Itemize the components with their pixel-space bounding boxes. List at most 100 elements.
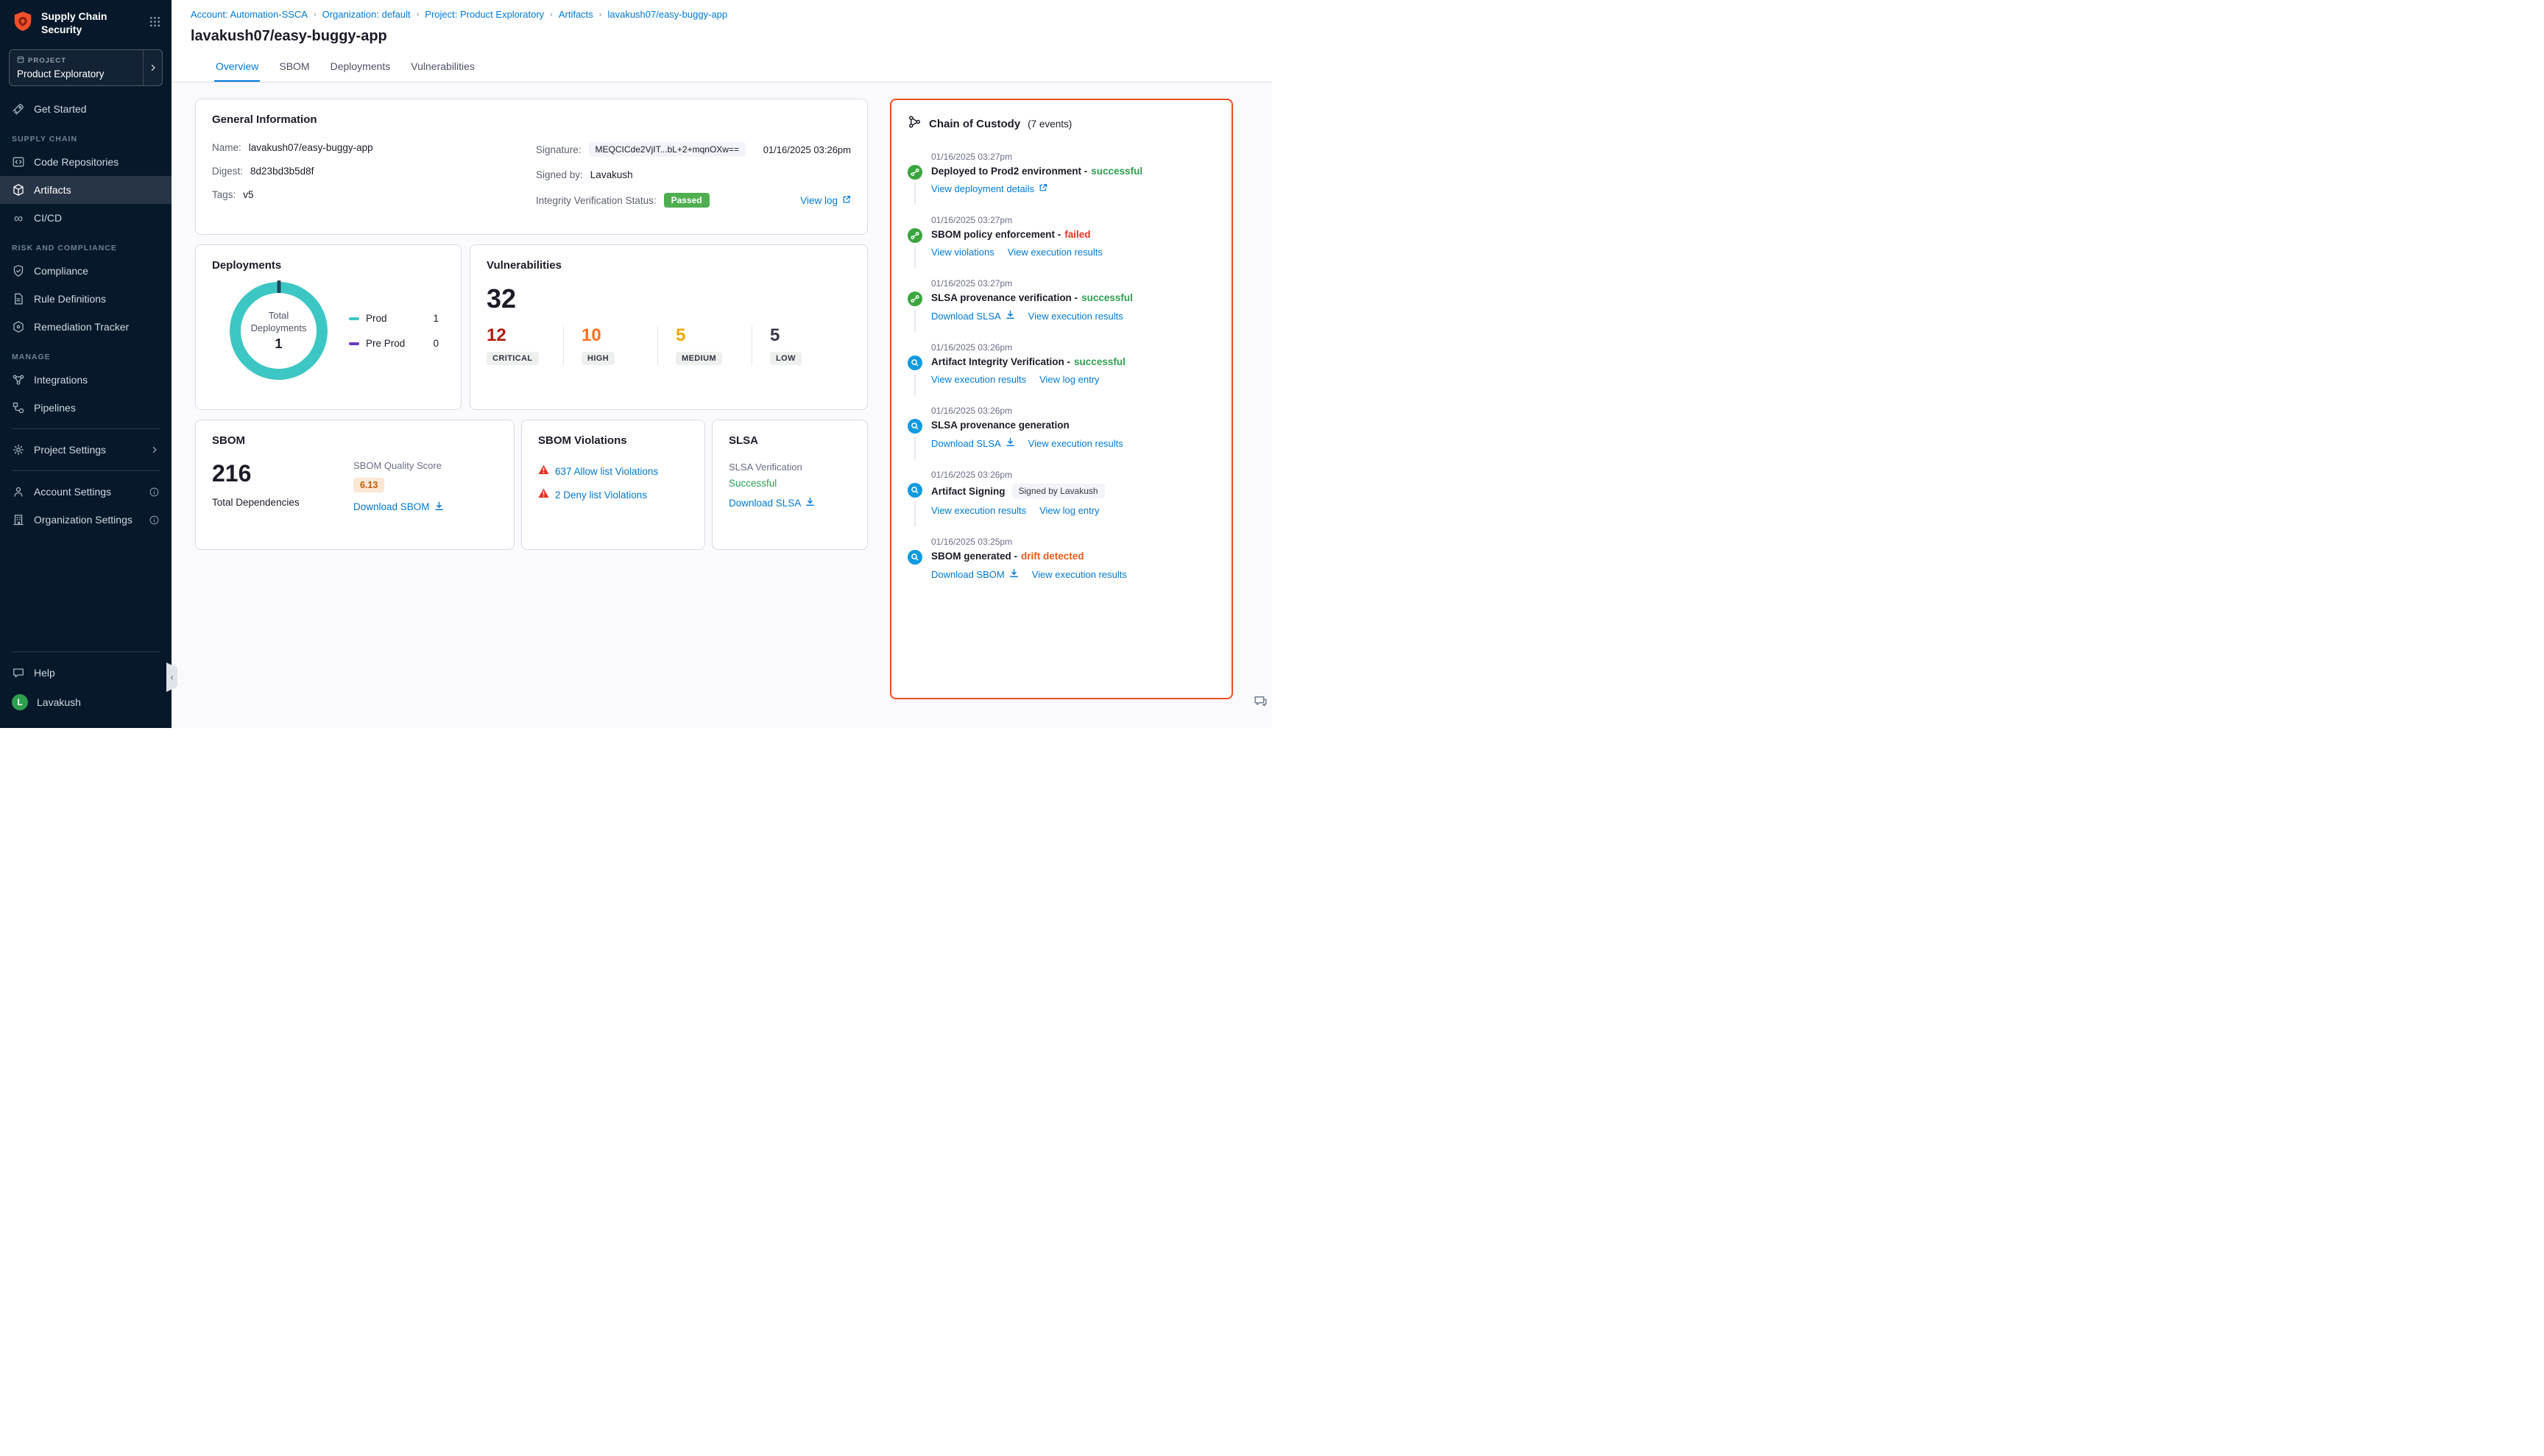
view-execution-results-link[interactable]: View execution results <box>1028 311 1123 322</box>
allow-list-violations-link[interactable]: 637 Allow list Violations <box>555 466 658 477</box>
account-icon <box>12 485 25 498</box>
vulnerabilities-total: 32 <box>487 283 851 314</box>
event-title: Deployed to Prod2 environment - <box>931 166 1087 177</box>
sidebar-item-label: Code Repositories <box>34 156 119 168</box>
shield-check-icon <box>12 264 25 278</box>
sidebar-item-code-repositories[interactable]: Code Repositories <box>0 148 172 176</box>
deny-list-violations-row: 2 Deny list Violations <box>538 488 688 502</box>
sidebar-item-get-started[interactable]: Get Started <box>0 95 172 123</box>
sidebar-section-manage: MANAGE <box>0 341 172 366</box>
sidebar-header: Supply Chain Security <box>0 0 172 43</box>
overview-left-column: General Information Name: lavakush07/eas… <box>195 99 868 728</box>
app-title: Supply Chain Security <box>41 10 107 36</box>
card-title: SBOM Violations <box>538 434 688 447</box>
sidebar-item-cicd[interactable]: ∞ CI/CD <box>0 204 172 232</box>
deployment-event-icon <box>908 165 922 180</box>
severity-medium: 5 MEDIUM <box>657 325 752 365</box>
sbom-quality-score-badge: 6.13 <box>353 478 384 492</box>
event-time: 01/16/2025 03:27pm <box>931 215 1103 225</box>
sbom-card: SBOM 216 Total Dependencies SBOM Quality… <box>195 420 515 550</box>
breadcrumb-artifacts[interactable]: Artifacts <box>559 9 593 20</box>
infinity-icon: ∞ <box>12 211 25 225</box>
info-icon <box>149 487 160 498</box>
sidebar-item-help[interactable]: Help <box>0 659 172 687</box>
view-execution-results-link[interactable]: View execution results <box>1008 247 1103 258</box>
view-log-entry-link[interactable]: View log entry <box>1039 374 1099 385</box>
integrity-verification-event-icon <box>908 356 922 370</box>
event-time: 01/16/2025 03:26pm <box>931 470 1105 480</box>
legend-value: 0 <box>433 338 439 349</box>
breadcrumb-current[interactable]: lavakush07/easy-buggy-app <box>607 9 727 20</box>
view-execution-results-link[interactable]: View execution results <box>1028 438 1123 449</box>
view-execution-results-link[interactable]: View execution results <box>1032 569 1127 580</box>
view-execution-results-link[interactable]: View execution results <box>931 374 1026 385</box>
download-slsa-link[interactable]: Download SLSA <box>729 497 815 509</box>
event-title: SBOM generated - <box>931 551 1017 562</box>
tab-overview[interactable]: Overview <box>214 56 260 82</box>
view-log-link[interactable]: View log <box>800 195 851 206</box>
sidebar-item-integrations[interactable]: Integrations <box>0 366 172 394</box>
timeline-event: 01/16/2025 03:26pm Artifact Signing Sign… <box>908 470 1215 537</box>
tab-deployments[interactable]: Deployments <box>329 56 392 82</box>
external-link-icon <box>1039 183 1047 194</box>
event-title: Artifact Integrity Verification - <box>931 356 1070 367</box>
divider <box>12 470 160 471</box>
deployments-donut-chart: Total Deployments 1 <box>230 282 328 380</box>
tab-sbom[interactable]: SBOM <box>278 56 311 82</box>
card-title: SBOM <box>212 434 498 447</box>
download-sbom-link[interactable]: Download SBOM <box>353 501 444 513</box>
event-status: drift detected <box>1021 551 1084 562</box>
project-selector[interactable]: PROJECT Product Exploratory <box>9 49 163 86</box>
sidebar-item-artifacts[interactable]: Artifacts <box>0 176 172 204</box>
signed-by-chip: Signed by Lavakush <box>1012 484 1105 498</box>
legend-item-prod: Prod 1 <box>349 313 439 324</box>
download-slsa-link[interactable]: Download SLSA <box>931 310 1015 322</box>
project-icon <box>17 56 24 66</box>
tab-vulnerabilities[interactable]: Vulnerabilities <box>409 56 476 82</box>
sidebar-item-remediation-tracker[interactable]: Remediation Tracker <box>0 313 172 341</box>
sidebar-item-pipelines[interactable]: Pipelines <box>0 394 172 422</box>
chain-of-custody-icon <box>908 115 922 132</box>
sidebar-item-compliance[interactable]: Compliance <box>0 257 172 285</box>
sbom-violations-card: SBOM Violations 637 Allow list Violation… <box>521 420 705 550</box>
sidebar-item-label: Artifacts <box>34 184 71 196</box>
sidebar-item-account-settings[interactable]: Account Settings <box>0 478 172 506</box>
breadcrumb-project[interactable]: Project: Product Exploratory <box>425 9 544 20</box>
view-violations-link[interactable]: View violations <box>931 247 994 258</box>
low-badge: LOW <box>770 352 802 365</box>
critical-count: 12 <box>487 325 563 346</box>
main-area: Account: Automation-SSCA › Organization:… <box>172 0 1272 728</box>
sbom-total-label: Total Dependencies <box>212 497 353 508</box>
breadcrumb-organization[interactable]: Organization: default <box>322 9 411 20</box>
rocket-icon <box>12 102 25 116</box>
sidebar-footer: Help L Lavakush <box>0 645 172 728</box>
allow-list-violations-row: 637 Allow list Violations <box>538 464 688 478</box>
sidebar-item-organization-settings[interactable]: Organization Settings <box>0 506 172 534</box>
building-icon <box>12 513 25 526</box>
sidebar-item-rule-definitions[interactable]: Rule Definitions <box>0 285 172 313</box>
package-icon <box>12 183 25 197</box>
severity-critical: 12 CRITICAL <box>487 325 563 365</box>
view-deployment-details-link[interactable]: View deployment details <box>931 183 1047 194</box>
view-execution-results-link[interactable]: View execution results <box>931 505 1026 516</box>
sidebar: Supply Chain Security PROJECT Product Ex… <box>0 0 172 728</box>
events-count: (7 events) <box>1028 119 1072 130</box>
download-slsa-link[interactable]: Download SLSA <box>931 437 1015 449</box>
breadcrumb-account[interactable]: Account: Automation-SSCA <box>191 9 308 20</box>
timeline-event: 01/16/2025 03:26pm SLSA provenance gener… <box>908 406 1215 470</box>
sidebar-item-label: CI/CD <box>34 212 62 224</box>
download-sbom-link[interactable]: Download SBOM <box>931 568 1019 580</box>
event-time: 01/16/2025 03:26pm <box>931 342 1126 353</box>
view-log-entry-link[interactable]: View log entry <box>1039 505 1099 516</box>
severity-breakdown: 12 CRITICAL 10 HIGH 5 MEDIUM <box>487 325 851 365</box>
user-menu[interactable]: L Lavakush <box>0 687 172 718</box>
divider <box>12 428 160 429</box>
deny-list-violations-link[interactable]: 2 Deny list Violations <box>555 490 647 501</box>
resource-center-icon[interactable] <box>1253 693 1268 713</box>
severity-low: 5 LOW <box>752 325 846 365</box>
app-grid-icon[interactable] <box>149 15 161 32</box>
deployments-card: Deployments Total Deployments 1 <box>195 244 462 410</box>
timeline-event: 01/16/2025 03:25pm SBOM generated - drif… <box>908 537 1215 601</box>
sidebar-item-project-settings[interactable]: Project Settings <box>0 436 172 464</box>
sidebar-section-risk-compliance: RISK AND COMPLIANCE <box>0 232 172 257</box>
